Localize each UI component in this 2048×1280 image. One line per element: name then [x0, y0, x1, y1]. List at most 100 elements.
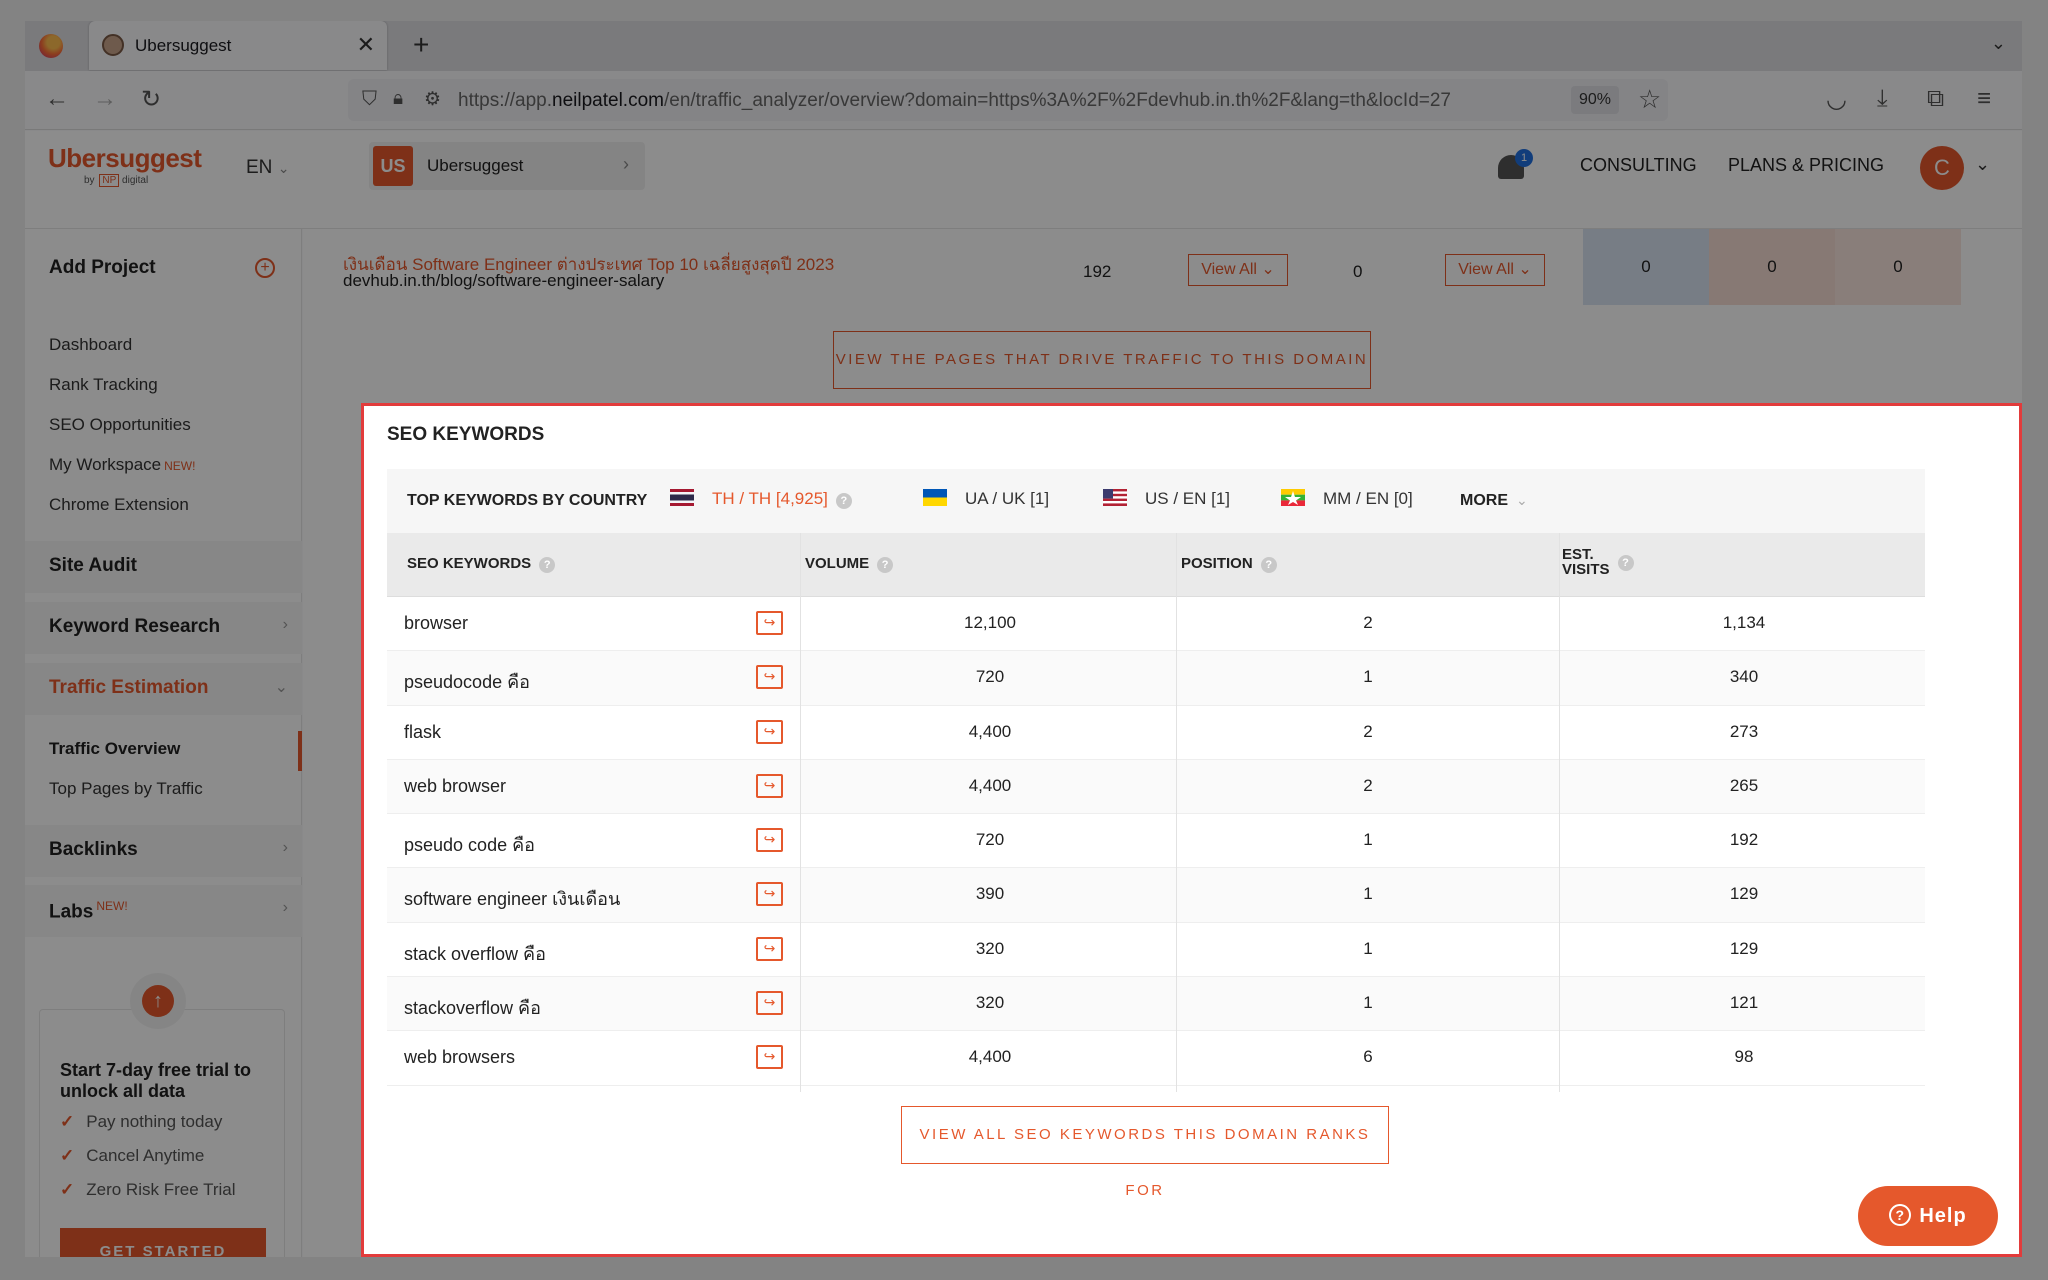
- open-keyword-icon[interactable]: ↪: [756, 936, 783, 961]
- close-tab-icon[interactable]: ✕: [357, 32, 375, 58]
- sidebar-section-traffic-estimation[interactable]: Traffic Estimation ⌄: [25, 663, 302, 715]
- sidebar-section-backlinks[interactable]: Backlinks ›: [25, 825, 302, 877]
- url-bar[interactable]: ⛉ 🔒︎ ⚙ https://app.neilpatel.com/en/traf…: [348, 79, 1668, 121]
- new-badge: NEW!: [164, 459, 196, 473]
- help-button[interactable]: ? Help: [1858, 1186, 1998, 1246]
- tab-country-ua[interactable]: UA / UK [1]: [923, 489, 1049, 509]
- help-icon: ?: [1260, 557, 1277, 573]
- flag-th-icon: [670, 489, 694, 506]
- url-text[interactable]: https://app.neilpatel.com/en/traffic_ana…: [458, 90, 1508, 112]
- chevron-down-icon[interactable]: ⌄: [1975, 154, 1990, 175]
- table-row: stackoverflow คือ 320 1 121 ↪: [387, 977, 1925, 1032]
- lock-icon[interactable]: 🔒︎: [393, 88, 403, 110]
- open-keyword-icon[interactable]: ↪: [756, 991, 783, 1016]
- view-all-button[interactable]: View All ⌄: [1445, 254, 1545, 286]
- avatar[interactable]: C: [1920, 146, 1964, 190]
- visits-cell: 121: [1729, 993, 1759, 1013]
- add-icon[interactable]: +: [255, 258, 275, 278]
- sidebar-item-dashboard[interactable]: Dashboard: [49, 335, 132, 355]
- position-cell: 1: [1363, 993, 1373, 1013]
- firefox-icon[interactable]: [39, 34, 63, 58]
- sidebar-item-seo-opportunities[interactable]: SEO Opportunities: [49, 415, 191, 435]
- position-cell: 1: [1363, 667, 1373, 687]
- project-name: Ubersuggest: [427, 156, 524, 175]
- chevron-right-icon: ›: [282, 899, 288, 916]
- visits-cell: 98: [1734, 1047, 1754, 1067]
- sidebar-item-top-pages[interactable]: Top Pages by Traffic: [49, 779, 203, 799]
- add-project-label[interactable]: Add Project: [49, 257, 156, 279]
- tab-country-th[interactable]: TH / TH [4,925]?: [670, 489, 852, 509]
- zoom-level[interactable]: 90%: [1571, 86, 1619, 114]
- bookmark-star-icon[interactable]: ☆: [1638, 84, 1661, 115]
- trial-title: Start 7-day free trial to unlock all dat…: [60, 1060, 252, 1101]
- sidebar-item-rank-tracking[interactable]: Rank Tracking: [49, 375, 158, 395]
- project-selector[interactable]: US Ubersuggest ›: [369, 142, 645, 190]
- permissions-icon[interactable]: ⚙: [424, 88, 441, 111]
- trial-benefit: ✓ Cancel Anytime: [60, 1146, 205, 1165]
- visits-cell: 273: [1729, 721, 1759, 741]
- flag-ua-icon: [923, 489, 947, 506]
- open-keyword-icon[interactable]: ↪: [756, 882, 783, 907]
- browser-tab[interactable]: Ubersuggest ✕: [89, 21, 387, 70]
- reload-icon[interactable]: ↻: [141, 85, 161, 114]
- col-keyword[interactable]: SEO KEYWORDS?: [407, 555, 556, 573]
- open-keyword-icon[interactable]: ↪: [756, 773, 783, 798]
- logo-byline: by NP digital: [84, 174, 149, 187]
- new-tab-icon[interactable]: +: [413, 29, 429, 61]
- pocket-icon[interactable]: ◡: [1826, 85, 1847, 114]
- get-started-button[interactable]: GET STARTED: [60, 1228, 266, 1257]
- tab-country-us[interactable]: US / EN [1]: [1103, 489, 1230, 509]
- table-row: flask 4,400 2 273 ↪: [387, 706, 1925, 760]
- sidebar-item-traffic-overview[interactable]: Traffic Overview: [49, 739, 180, 759]
- chevron-right-icon: ›: [623, 154, 629, 174]
- col-volume[interactable]: VOLUME?: [805, 555, 894, 573]
- metric-cell: 0: [1835, 229, 1961, 305]
- flag-us-icon: [1103, 489, 1127, 506]
- view-all-keywords-button[interactable]: VIEW ALL SEO KEYWORDS THIS DOMAIN RANKS …: [901, 1106, 1389, 1199]
- open-keyword-icon[interactable]: ↪: [756, 665, 783, 690]
- download-icon[interactable]: ⤓: [1877, 85, 1888, 113]
- logo[interactable]: Ubersuggest: [48, 143, 202, 174]
- country-label: TOP KEYWORDS BY COUNTRY: [407, 492, 648, 509]
- bell-icon[interactable]: 1: [1495, 149, 1533, 183]
- checkmark-icon: ✓: [60, 1112, 75, 1131]
- view-pages-button[interactable]: VIEW THE PAGES THAT DRIVE TRAFFIC TO THI…: [833, 331, 1371, 389]
- tab-country-mm[interactable]: MM / EN [0]: [1281, 489, 1413, 509]
- col-position[interactable]: POSITION?: [1181, 555, 1277, 573]
- forward-icon[interactable]: →: [93, 85, 117, 113]
- sidebar-section-keyword-research[interactable]: Keyword Research ›: [25, 602, 302, 654]
- view-all-button[interactable]: View All ⌄: [1188, 254, 1288, 286]
- open-keyword-icon[interactable]: ↪: [756, 611, 783, 635]
- sidebar-item-chrome-extension[interactable]: Chrome Extension: [49, 495, 189, 515]
- sidebar-item-my-workspace[interactable]: My Workspace NEW!: [49, 455, 195, 475]
- chevron-down-icon[interactable]: ⌄: [1991, 33, 2006, 54]
- language-select[interactable]: EN ⌄: [246, 157, 289, 179]
- extensions-icon[interactable]: ⧉: [1927, 85, 1944, 113]
- open-keyword-icon[interactable]: ↪: [756, 828, 783, 853]
- count: 0: [1353, 262, 1363, 281]
- visits-cell: 192: [1729, 830, 1759, 850]
- table-body: browser 12,100 2 1,134 ↪ pseudocode คือ 720 1 34…: [387, 597, 1925, 1086]
- open-keyword-icon[interactable]: ↪: [756, 1045, 783, 1070]
- col-est-visits[interactable]: EST. VISITS?: [1562, 547, 1634, 579]
- keyword-cell: web browser: [404, 775, 507, 796]
- keyword-cell: stack overflow คือ: [404, 943, 546, 964]
- consulting-link[interactable]: CONSULTING: [1580, 155, 1697, 176]
- help-icon: ?: [1617, 555, 1634, 571]
- sidebar: Add Project + Dashboard Rank Tracking SE…: [25, 229, 302, 1257]
- position-cell: 6: [1363, 1047, 1373, 1067]
- plans-pricing-link[interactable]: PLANS & PRICING: [1728, 155, 1884, 176]
- open-keyword-icon[interactable]: ↪: [756, 719, 783, 744]
- nav-bar: ← → ↻ ⛉ 🔒︎ ⚙ https://app.neilpatel.com/e…: [25, 71, 2022, 130]
- menu-icon[interactable]: ≡: [1977, 85, 1991, 113]
- trial-benefit: ✓ Zero Risk Free Trial: [60, 1180, 236, 1199]
- shield-icon[interactable]: ⛉: [362, 88, 377, 111]
- visits-cell: 129: [1729, 884, 1759, 904]
- sidebar-section-labs[interactable]: Labs NEW! ›: [25, 885, 302, 937]
- more-countries-dropdown[interactable]: MORE ⌄: [1460, 492, 1528, 510]
- table-row: pseudo code คือ 720 1 192 ↪: [387, 814, 1925, 869]
- country-tabs: TOP KEYWORDS BY COUNTRY TH / TH [4,925]?…: [387, 469, 1925, 533]
- back-icon[interactable]: ←: [45, 85, 69, 113]
- sidebar-section-site-audit[interactable]: Site Audit: [25, 541, 302, 593]
- top-page-row: เงินเดือน Software Engineer ต่างประเทศ T…: [303, 229, 2022, 309]
